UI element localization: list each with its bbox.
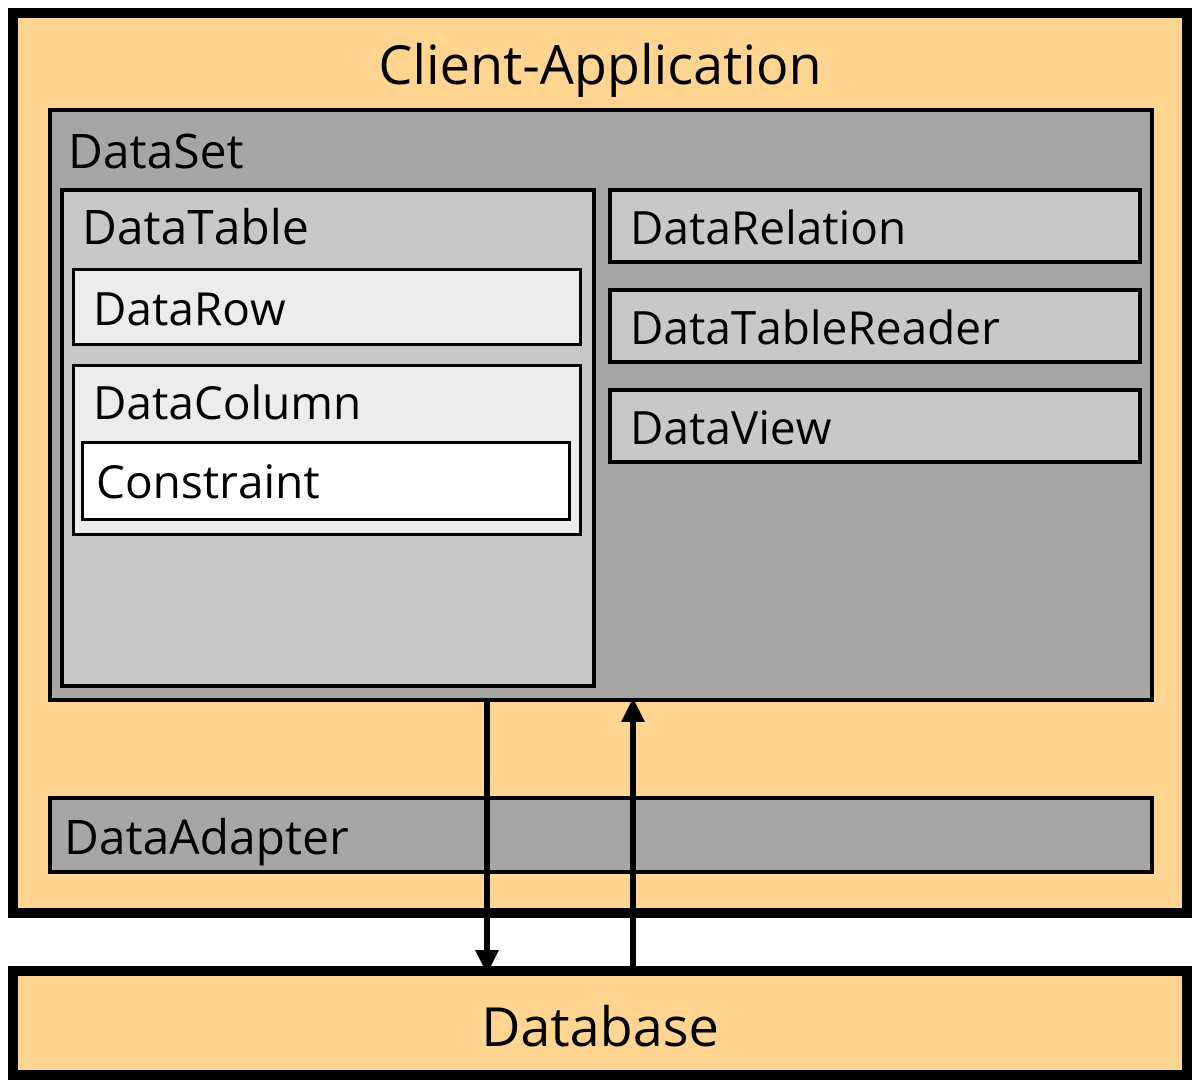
arrow-up-head xyxy=(621,698,645,722)
datatablereader-box: DataTableReader xyxy=(608,288,1142,364)
datatable-title: DataTable xyxy=(64,192,592,267)
datacolumn-title: DataColumn xyxy=(75,367,579,441)
database-title: Database xyxy=(18,976,1182,1062)
dataset-title: DataSet xyxy=(52,112,1150,193)
datarelation-title: DataRelation xyxy=(612,192,1138,258)
datatable-box: DataTable DataRow DataColumn Constraint xyxy=(60,188,596,688)
database-box: Database xyxy=(8,966,1192,1080)
constraint-title: Constraint xyxy=(84,444,568,512)
dataview-title: DataView xyxy=(612,392,1138,458)
datatablereader-title: DataTableReader xyxy=(612,292,1138,358)
arrow-up-line xyxy=(630,720,636,974)
arrow-down-head xyxy=(475,950,499,974)
datarow-box: DataRow xyxy=(72,268,582,346)
client-application-title: Client-Application xyxy=(18,18,1182,112)
datacolumn-box: DataColumn Constraint xyxy=(72,364,582,536)
datarelation-box: DataRelation xyxy=(608,188,1142,264)
datarow-title: DataRow xyxy=(75,271,579,339)
arrow-down-line xyxy=(484,698,490,954)
dataadapter-box: DataAdapter xyxy=(48,796,1154,874)
dataadapter-title: DataAdapter xyxy=(52,800,1150,869)
dataset-box: DataSet DataTable DataRow DataColumn Con… xyxy=(48,108,1154,702)
client-application-box: Client-Application DataSet DataTable Dat… xyxy=(8,8,1192,918)
constraint-box: Constraint xyxy=(81,441,571,521)
dataview-box: DataView xyxy=(608,388,1142,464)
architecture-diagram: Client-Application DataSet DataTable Dat… xyxy=(0,0,1200,1088)
